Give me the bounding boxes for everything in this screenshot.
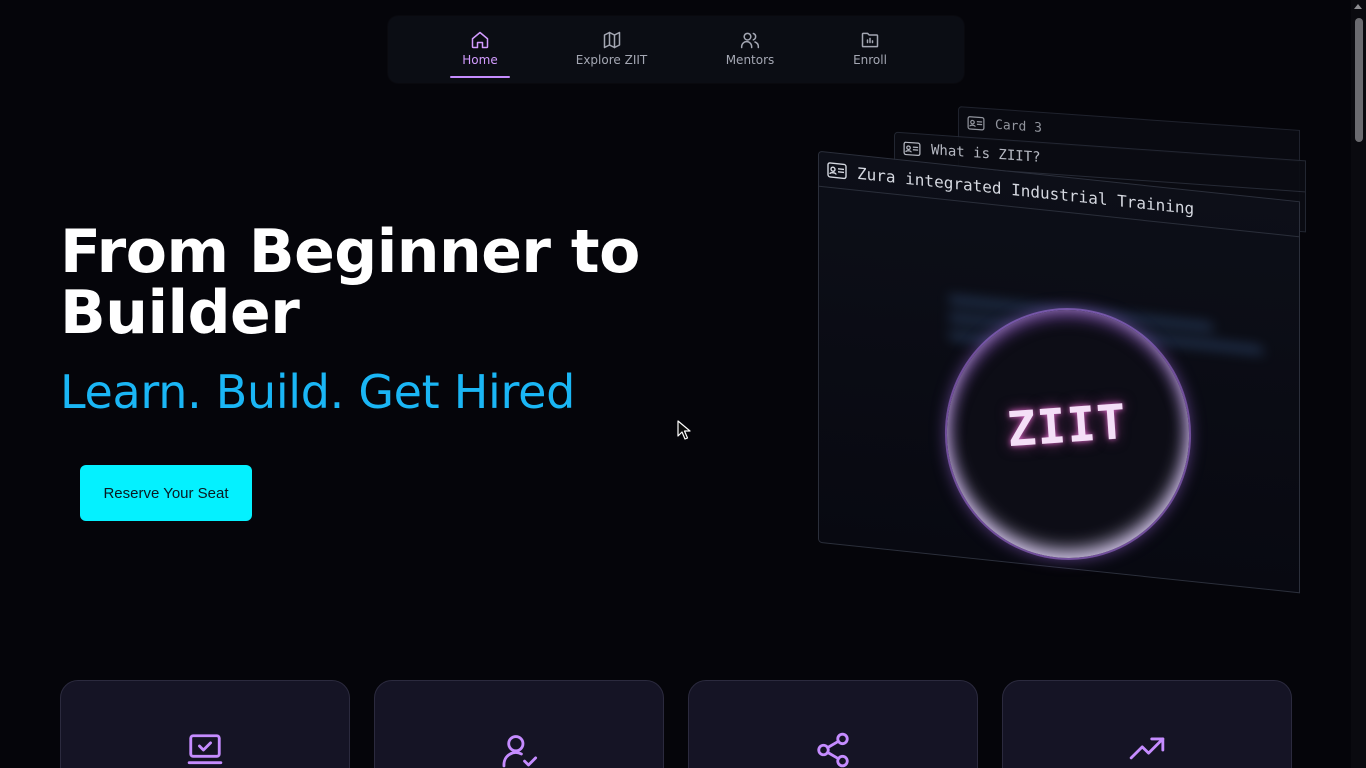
feature-card[interactable] (688, 680, 978, 768)
feature-card[interactable] (60, 680, 350, 768)
nav-item-home[interactable]: Home (450, 16, 510, 83)
nav-label-explore: Explore ZIIT (575, 53, 648, 67)
folder-chart-icon (861, 32, 879, 48)
card-stack: Card 3 What is ZIIT? Zura integrated Ind… (810, 106, 1310, 640)
map-icon (603, 31, 620, 49)
nav-item-mentors[interactable]: Mentors (722, 16, 778, 83)
feature-card[interactable] (374, 680, 664, 768)
nav-item-enroll[interactable]: Enroll (850, 16, 890, 83)
nav-label-enroll: Enroll (853, 53, 887, 67)
scrollbar-thumb[interactable] (1355, 18, 1363, 142)
scroll-up-arrow-icon[interactable] (1354, 4, 1362, 9)
trending-up-icon (1129, 737, 1165, 760)
id-card-icon (827, 162, 847, 180)
reserve-seat-button[interactable]: Reserve Your Seat (80, 465, 252, 521)
landing-page: Home Explore ZIIT Mentors Enroll From Be… (0, 0, 1366, 768)
card-title: What is ZIIT? (931, 142, 1041, 166)
orb-label: ZIIT (1005, 393, 1129, 459)
active-tab-underline (450, 76, 510, 78)
hero-title: From Beginner to Builder (60, 217, 640, 348)
users-icon (740, 32, 760, 49)
id-card-icon (903, 141, 921, 157)
id-card-icon (967, 116, 985, 131)
feature-card[interactable] (1002, 680, 1292, 768)
nav-item-explore[interactable]: Explore ZIIT (573, 16, 650, 83)
share-icon (817, 732, 849, 768)
page-scrollbar[interactable] (1351, 0, 1366, 768)
nav-label-mentors: Mentors (725, 53, 775, 67)
card-title: Card 3 (995, 117, 1042, 136)
mouse-cursor-icon (677, 420, 691, 440)
nav-label-home: Home (462, 53, 498, 67)
user-check-icon (502, 735, 538, 768)
laptop-check-icon (187, 734, 223, 765)
home-icon (471, 31, 489, 49)
top-nav: Home Explore ZIIT Mentors Enroll (388, 16, 964, 83)
hero-subtitle: Learn. Build. Get Hired (60, 365, 576, 419)
